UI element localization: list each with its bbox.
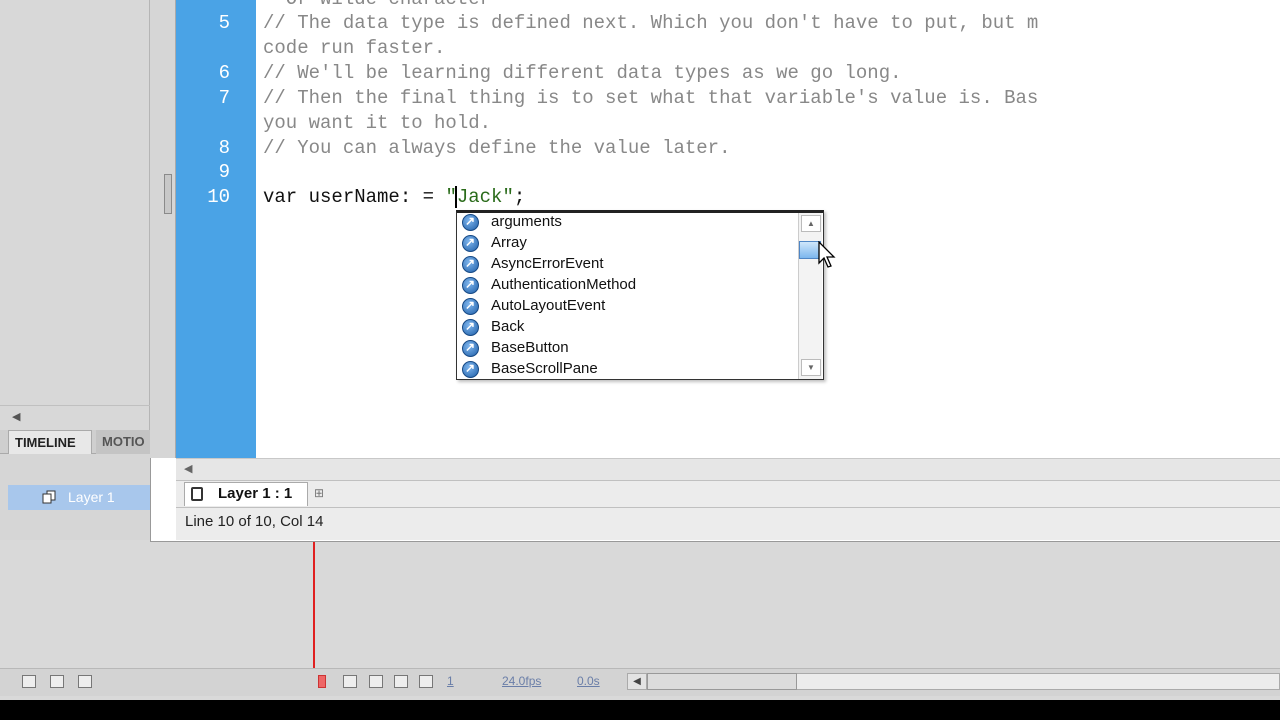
class-icon xyxy=(462,256,479,273)
editor-hscroll[interactable] xyxy=(176,458,1280,480)
delete-icon[interactable] xyxy=(78,675,92,688)
script-tab-label: Layer 1 : 1 xyxy=(218,485,293,502)
class-icon xyxy=(462,298,479,315)
timeline-hscroll-thumb[interactable] xyxy=(647,673,797,690)
center-frame-icon[interactable] xyxy=(343,675,357,688)
line-number: 6 xyxy=(218,62,230,84)
new-layer-icon[interactable] xyxy=(22,675,36,688)
cursor-position-status: Line 10 of 10, Col 14 xyxy=(185,513,324,530)
layer-name: Layer 1 xyxy=(68,489,115,505)
class-icon xyxy=(462,235,479,252)
frame-rate[interactable]: 24.0fps xyxy=(502,674,541,688)
code-hint-scrollbar[interactable] xyxy=(798,213,822,379)
code-line[interactable]: // We'll be learning different data type… xyxy=(263,62,902,84)
left-panel-scrollbar[interactable] xyxy=(0,405,150,429)
layer-icon xyxy=(42,490,56,504)
script-tab-bar xyxy=(176,480,1280,508)
text-cursor xyxy=(455,186,457,208)
class-icon xyxy=(462,214,479,231)
scroll-down-arrow-icon[interactable]: ▼ xyxy=(801,359,821,376)
line-number: 7 xyxy=(218,87,230,109)
line-number: 9 xyxy=(218,161,230,183)
onion-skin-icon[interactable] xyxy=(369,675,383,688)
code-line-active[interactable]: var userName: = "Jack"; xyxy=(263,186,525,208)
class-icon xyxy=(462,361,479,378)
code-line[interactable]: Or wilde character xyxy=(263,0,491,10)
scroll-up-arrow-icon[interactable]: ▲ xyxy=(801,215,821,232)
new-folder-icon[interactable] xyxy=(50,675,64,688)
code-token: ; xyxy=(513,186,526,208)
code-line[interactable]: // Then the final thing is to set what t… xyxy=(263,87,1038,109)
class-icon xyxy=(462,277,479,294)
pin-script-icon[interactable]: ⊞ xyxy=(314,486,334,500)
line-number: 5 xyxy=(218,12,230,34)
left-panel xyxy=(0,0,150,430)
edit-multiple-frames-icon[interactable] xyxy=(419,675,433,688)
flash-app: ◀ TIMELINE MOTIO Layer 1 1 24.0fps 0.0s … xyxy=(0,0,1280,700)
line-number: 8 xyxy=(218,137,230,159)
frame-script-icon xyxy=(191,487,203,501)
status-bar xyxy=(176,508,1280,540)
code-token: = xyxy=(411,186,446,208)
code-line[interactable]: code run faster. xyxy=(263,37,445,59)
scroll-left-arrow-icon[interactable]: ◀ xyxy=(627,673,647,690)
playhead[interactable] xyxy=(313,542,315,682)
code-line[interactable]: // You can always define the value later… xyxy=(263,137,730,159)
code-token: var userName: xyxy=(263,186,412,208)
onion-skin-outlines-icon[interactable] xyxy=(394,675,408,688)
tab-motion-editor[interactable]: MOTIO xyxy=(96,430,156,454)
tab-timeline[interactable]: TIMELINE xyxy=(8,430,92,454)
code-line[interactable]: you want it to hold. xyxy=(263,112,491,134)
scroll-left-arrow-icon[interactable]: ◀ xyxy=(12,410,20,423)
elapsed-time[interactable]: 0.0s xyxy=(577,674,600,688)
code-line[interactable]: // The data type is defined next. Which … xyxy=(263,12,1038,34)
timeline-tab-bar: TIMELINE MOTIO xyxy=(0,430,156,454)
current-frame[interactable]: 1 xyxy=(447,674,454,688)
mouse-pointer-icon xyxy=(818,241,836,268)
line-number: 10 xyxy=(207,186,230,208)
class-icon xyxy=(462,319,479,336)
scroll-left-arrow-icon[interactable]: ◀ xyxy=(184,462,192,475)
playhead-marker-icon[interactable] xyxy=(318,675,326,688)
layer-row[interactable]: Layer 1 xyxy=(8,485,150,510)
class-icon xyxy=(462,340,479,357)
